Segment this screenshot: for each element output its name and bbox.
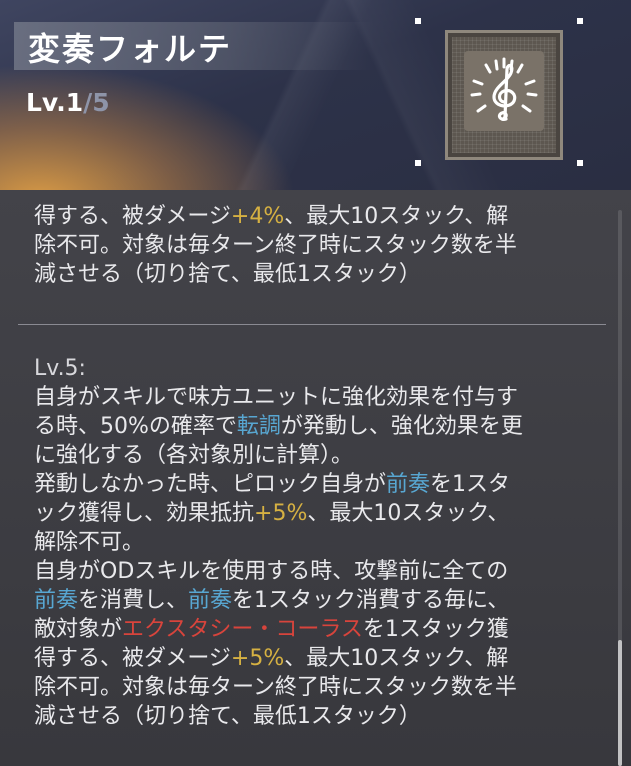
highlighted-term: 転調 xyxy=(236,414,281,439)
description-text: 敵対象が xyxy=(34,617,123,642)
description-line: 自身がODスキルを使用する時、攻撃前に全ての xyxy=(34,557,523,586)
highlighted-term: 前奏 xyxy=(188,588,233,613)
description-text: を1スタック獲 xyxy=(362,617,509,642)
skill-header: 変奏フォルテ Lv.1/5 xyxy=(0,0,631,190)
highlighted-term: +5% xyxy=(230,646,285,671)
description-line: 減させる（切り捨て、最低1スタック） xyxy=(34,702,523,731)
highlighted-term: +4% xyxy=(230,204,285,229)
frame-corner xyxy=(415,160,421,166)
description-text: 自身がODスキルを使用する時、攻撃前に全ての xyxy=(34,559,509,584)
description-line: 減させる（切り捨て、最低1スタック） xyxy=(34,260,517,289)
level5-description: Lv.5: 自身がスキルで味方ユニットに強化効果を付与す る時、50%の確率で転調… xyxy=(34,354,523,731)
highlighted-term: エクスタシー・コーラス xyxy=(122,617,363,642)
description-text: 減させる（切り捨て、最低1スタック） xyxy=(34,262,421,287)
description-text: を消費し、 xyxy=(78,588,189,613)
description-text: る時、50%の確率で xyxy=(34,414,237,439)
scrollbar[interactable] xyxy=(618,210,622,766)
frame-corner xyxy=(577,160,583,166)
description-text: を1スタ xyxy=(430,472,511,497)
scroll-thumb[interactable] xyxy=(618,640,622,766)
level-prefix: Lv. xyxy=(26,88,66,117)
description-text: 解除不可。 xyxy=(34,530,145,555)
treble-clef-icon xyxy=(464,51,544,131)
description-line: 自身がスキルで味方ユニットに強化効果を付与す xyxy=(34,383,523,412)
frame-corner xyxy=(577,18,583,24)
description-text: ック獲得し、効果抵抗 xyxy=(34,501,255,526)
level5-label: Lv.5: xyxy=(34,356,86,381)
highlighted-term: 前奏 xyxy=(386,472,431,497)
description-line: に強化する（各対象別に計算）。 xyxy=(34,441,523,470)
level-separator: / xyxy=(83,88,93,117)
skill-name: 変奏フォルテ xyxy=(28,30,233,68)
description-text: 、最大10スタック、解 xyxy=(284,204,509,229)
highlighted-term: 前奏 xyxy=(34,588,79,613)
highlighted-term: +5% xyxy=(254,501,308,526)
description-text: 、最大10スタック、解 xyxy=(284,646,509,671)
skill-description-panel[interactable]: 得する、被ダメージ+4%、最大10スタック、解 除不可。対象は毎ターン終了時にスタ… xyxy=(0,190,631,766)
description-text: 得する、被ダメージ xyxy=(34,204,231,229)
description-line: ック獲得し、効果抵抗+5%、最大10スタック、 xyxy=(34,499,523,528)
description-text: 減させる（切り捨て、最低1スタック） xyxy=(34,704,421,729)
description-line: 敵対象がエクスタシー・コーラスを1スタック獲 xyxy=(34,615,523,644)
frame-corner xyxy=(415,18,421,24)
description-text: を1スタック消費する毎に、 xyxy=(232,588,510,613)
description-line: る時、50%の確率で転調が発動し、強化効果を更 xyxy=(34,412,523,441)
description-text: 、最大10スタック、 xyxy=(307,501,510,526)
description-line: 解除不可。 xyxy=(34,528,523,557)
description-line: 前奏を消費し、前奏を1スタック消費する毎に、 xyxy=(34,586,523,615)
description-text: が発動し、強化効果を更 xyxy=(280,414,523,439)
description-line: 除不可。対象は毎ターン終了時にスタック数を半 xyxy=(34,231,517,260)
description-text: に強化する（各対象別に計算）。 xyxy=(34,443,354,468)
level5-text: 自身がスキルで味方ユニットに強化効果を付与す る時、50%の確率で転調が発動し、強… xyxy=(34,383,523,731)
level-divider xyxy=(18,324,606,325)
description-text: 発動しなかった時、ピロック自身が xyxy=(34,472,387,497)
level-current: 1 xyxy=(65,88,84,117)
description-line: 得する、被ダメージ+5%、最大10スタック、解 xyxy=(34,644,523,673)
description-line: 除不可。対象は毎ターン終了時にスタック数を半 xyxy=(34,673,523,702)
description-text: 除不可。対象は毎ターン終了時にスタック数を半 xyxy=(34,675,517,700)
description-line: 得する、被ダメージ+4%、最大10スタック、解 xyxy=(34,202,517,231)
description-text: 自身がスキルで味方ユニットに強化効果を付与す xyxy=(34,385,519,410)
description-line: 発動しなかった時、ピロック自身が前奏を1スタ xyxy=(34,470,523,499)
description-text: 得する、被ダメージ xyxy=(34,646,231,671)
description-text: 除不可。対象は毎ターン終了時にスタック数を半 xyxy=(34,233,517,258)
level-max: 5 xyxy=(92,88,110,117)
skill-level: Lv.1/5 xyxy=(26,88,110,117)
previous-level-text: 得する、被ダメージ+4%、最大10スタック、解 除不可。対象は毎ターン終了時にスタ… xyxy=(34,202,517,289)
skill-icon-frame xyxy=(415,18,583,166)
skill-icon-box xyxy=(445,30,563,160)
